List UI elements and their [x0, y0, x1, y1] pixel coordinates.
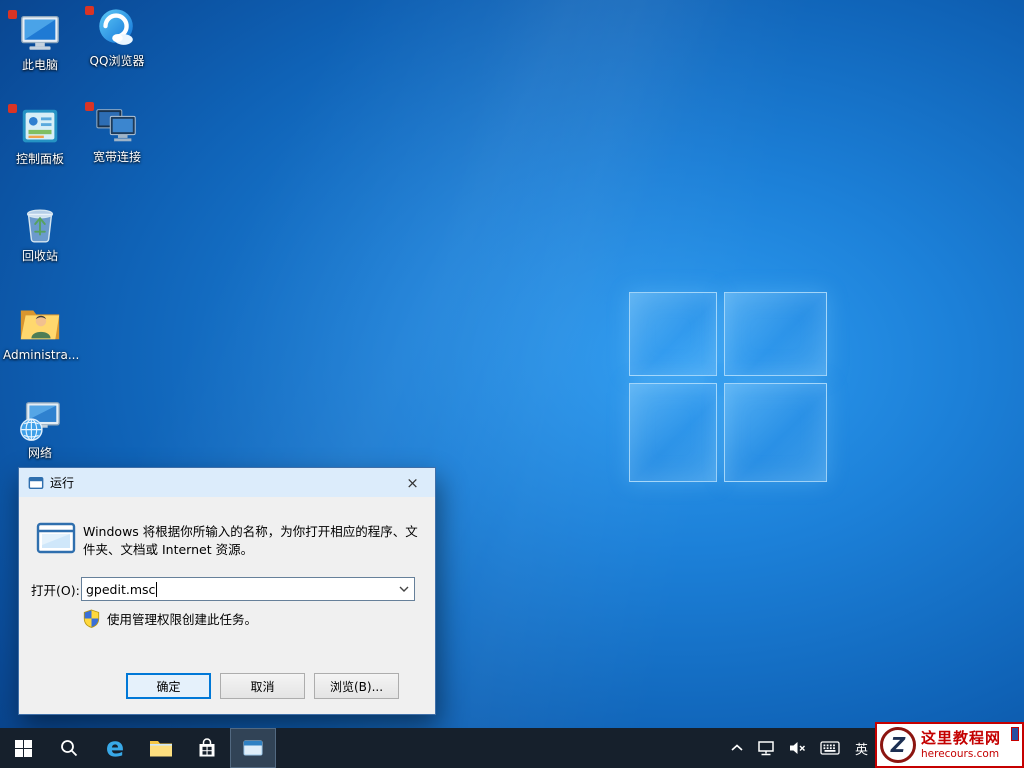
run-dialog-titlebar[interactable]: 运行 × — [19, 468, 435, 497]
run-app-icon — [36, 522, 76, 554]
qq-browser-icon — [85, 6, 140, 52]
red-badge-icon — [8, 104, 17, 113]
desktop-icon-administrator-folder[interactable]: Administra... — [3, 300, 80, 363]
desktop-icon-control-panel[interactable]: 控制面板 — [3, 104, 77, 167]
run-window-icon — [243, 740, 263, 756]
watermark-logo: Z — [880, 727, 916, 763]
watermark-text: 这里教程网 herecours.com — [921, 729, 1002, 760]
store-button[interactable] — [184, 728, 230, 768]
logo-pane — [724, 383, 827, 482]
logo-pane — [724, 292, 827, 376]
broadband-connection-icon — [85, 102, 140, 148]
desktop-icon-recycle-bin[interactable]: 回收站 — [3, 201, 77, 264]
this-pc-icon — [8, 10, 63, 56]
watermark-title: 这里教程网 — [921, 729, 1002, 748]
start-button[interactable] — [0, 728, 46, 768]
desktop-icon-label: 控制面板 — [15, 152, 64, 166]
desktop-icon-this-pc[interactable]: 此电脑 — [3, 10, 77, 73]
windows-logo-wallpaper — [629, 292, 828, 483]
run-dialog-body: Windows 将根据你所输入的名称，为你打开相应的程序、文件夹、文档或 Int… — [19, 497, 435, 715]
ime-indicator[interactable]: 英 — [851, 728, 872, 768]
search-icon — [61, 740, 78, 757]
windows-logo-icon — [14, 739, 32, 757]
ok-button[interactable]: 确定 — [126, 673, 211, 699]
touch-keyboard-button[interactable] — [818, 728, 842, 768]
volume-tray-button[interactable] — [786, 728, 809, 768]
desktop-icon-label: 宽带连接 — [92, 150, 141, 164]
desktop-icon-label: 回收站 — [21, 249, 58, 263]
watermark: Z 这里教程网 herecours.com — [875, 722, 1024, 768]
red-badge-icon — [8, 10, 17, 19]
watermark-logo-letter: Z — [890, 733, 906, 757]
run-description: Windows 将根据你所输入的名称，为你打开相应的程序、文件夹、文档或 Int… — [83, 524, 418, 558]
run-taskbar-button[interactable] — [230, 728, 276, 768]
desktop-icon-label: 网络 — [27, 446, 52, 460]
search-button[interactable] — [46, 728, 92, 768]
user-folder-icon — [17, 300, 63, 346]
close-button[interactable]: × — [390, 468, 435, 497]
desktop-icon-label: Administra... — [3, 348, 80, 362]
keyboard-icon — [820, 741, 840, 755]
cancel-button[interactable]: 取消 — [220, 673, 305, 699]
edge-icon: e — [105, 731, 125, 763]
watermark-url: herecours.com — [921, 747, 1000, 760]
text-caret — [156, 581, 158, 597]
run-dialog: 运行 × Windows 将根据你所输入的名称，为你打开相应的程序、文件夹、文档… — [18, 467, 436, 715]
dialog-title: 运行 — [50, 476, 75, 490]
run-window-icon — [28, 476, 44, 489]
watermark-seal — [1011, 727, 1019, 741]
chevron-up-icon — [731, 744, 743, 751]
red-badge-icon — [85, 6, 94, 15]
store-icon — [199, 737, 215, 756]
combo-dropdown-button[interactable] — [393, 578, 414, 600]
chevron-down-icon — [399, 586, 408, 592]
file-explorer-button[interactable] — [138, 728, 184, 768]
desktop-icon-label: 此电脑 — [21, 58, 58, 72]
run-command-input[interactable]: gpedit.msc — [81, 577, 415, 601]
run-command-value: gpedit.msc — [86, 581, 156, 597]
recycle-bin-icon — [17, 201, 63, 247]
system-tray: 英 — [728, 728, 872, 768]
logo-pane — [629, 383, 717, 482]
screen: 此电脑 QQ浏览器 控制面板 宽带连接 回收站 Administra... 网络… — [0, 0, 1024, 768]
red-badge-icon — [85, 102, 94, 111]
taskbar: e 英 — [0, 728, 1024, 768]
network-icon — [17, 398, 63, 444]
close-icon: × — [406, 473, 419, 492]
desktop-icon-network[interactable]: 网络 — [3, 398, 77, 461]
desktop-icon-broadband[interactable]: 宽带连接 — [80, 102, 154, 165]
desktop-icon-qq-browser[interactable]: QQ浏览器 — [80, 6, 154, 69]
tray-expand-button[interactable] — [728, 728, 746, 768]
open-label: 打开(O): — [31, 582, 80, 598]
ethernet-network-icon — [758, 740, 774, 755]
browse-button[interactable]: 浏览(B)... — [314, 673, 399, 699]
admin-note: 使用管理权限创建此任务。 — [107, 612, 258, 627]
control-panel-icon — [8, 104, 63, 150]
desktop-icon-label: QQ浏览器 — [89, 54, 145, 68]
folder-icon — [150, 741, 172, 757]
network-tray-button[interactable] — [755, 728, 777, 768]
uac-shield-icon — [83, 609, 100, 628]
logo-pane — [629, 292, 717, 376]
edge-button[interactable]: e — [92, 728, 138, 768]
volume-muted-icon — [789, 742, 805, 754]
